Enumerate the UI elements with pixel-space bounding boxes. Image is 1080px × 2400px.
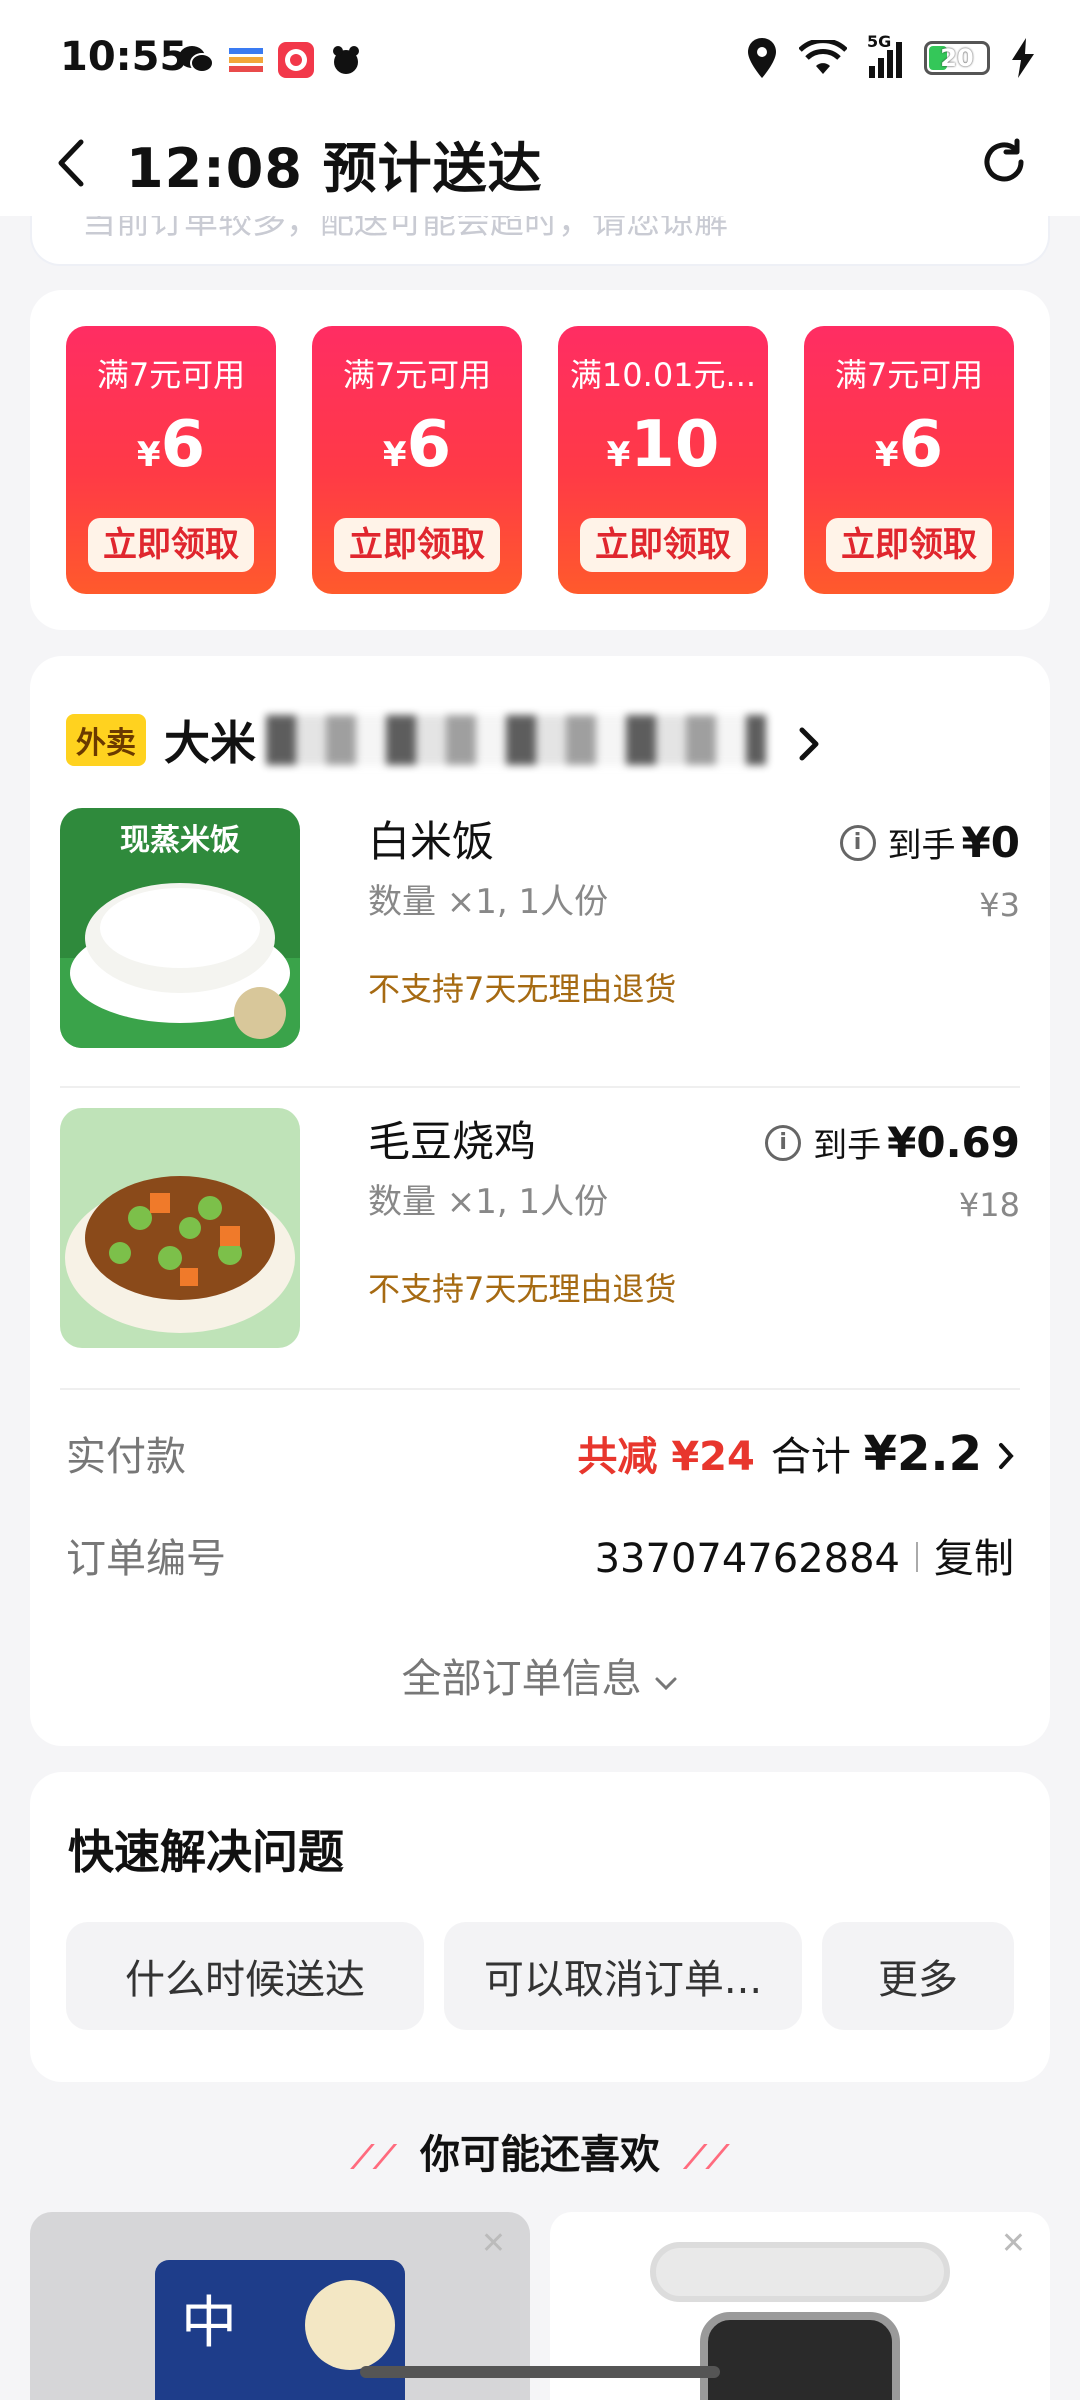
coupon-amount: ¥6 [382, 408, 452, 482]
close-icon[interactable]: ✕ [481, 2226, 506, 2261]
help-chip-more[interactable]: 更多 [822, 1922, 1014, 2030]
payment-summary[interactable]: 共减 ¥24 合计 ¥2.2 [577, 1424, 1014, 1482]
battery-icon: 20 [924, 41, 990, 75]
separator [916, 1542, 918, 1572]
coupon[interactable]: 满7元可用 ¥6 立即领取 [66, 326, 276, 594]
delay-notice-text: 当前订单较多，配送可能会超时，请您谅解 [82, 216, 728, 242]
store-row[interactable]: 外卖 大米 [66, 708, 766, 772]
refresh-button[interactable] [966, 124, 1042, 200]
coupon-condition: 满7元可用 [96, 356, 246, 394]
signal-icon: 5G [867, 32, 902, 78]
delay-notice: 当前订单较多，配送可能会超时，请您谅解 [30, 216, 1050, 266]
help-chip-delivery-time[interactable]: 什么时候送达 [66, 1922, 424, 2030]
item-price[interactable]: i 到手 ¥0 [839, 818, 1020, 867]
quick-help-card: 快速解决问题 什么时候送达 可以取消订单... 更多 [30, 1772, 1050, 2082]
copy-button[interactable]: 复制 [934, 1526, 1014, 1584]
help-chip-cancel-order[interactable]: 可以取消订单... [444, 1922, 802, 2030]
divider [60, 1086, 1020, 1088]
coupon-card: 满7元可用 ¥6 立即领取 满7元可用 ¥6 立即领取 满10.01元... ¥… [30, 290, 1050, 630]
wifi-icon [799, 40, 847, 74]
claim-coupon-button[interactable]: 立即领取 [334, 518, 500, 572]
coupon[interactable]: 满10.01元... ¥10 立即领取 [558, 326, 768, 594]
battery-level: 20 [940, 44, 974, 72]
redacted-store-name [266, 715, 766, 765]
chevron-down-icon [655, 1677, 677, 1691]
order-item[interactable]: 现蒸米饭 白米饭 数量 ×1, 1人份 不支持7天无理由退货 i 到手 ¥0 ¥… [60, 808, 1020, 1078]
chevron-left-icon [58, 139, 84, 187]
final-price: ¥0.69 [887, 1118, 1020, 1167]
coupon-condition: 满7元可用 [834, 356, 984, 394]
close-icon[interactable]: ✕ [1001, 2226, 1026, 2261]
home-indicator[interactable] [360, 2366, 720, 2378]
order-number-label: 订单编号 [66, 1536, 226, 1582]
status-right: 5G 20 [747, 32, 1034, 78]
product-image: 中 [155, 2260, 405, 2400]
item-quantity: 数量 ×1, 1人份 [368, 882, 609, 922]
bank-app-icon [228, 42, 264, 78]
back-button[interactable] [40, 128, 100, 198]
original-price: ¥18 [958, 1186, 1020, 1224]
total-discount: 共减 ¥24 [577, 1434, 755, 1480]
coupon-amount: ¥10 [606, 408, 720, 482]
edamame-chicken-image [60, 1108, 300, 1348]
header: 12:08 预计送达 [0, 110, 1080, 216]
coupon[interactable]: 满7元可用 ¥6 立即领取 [312, 326, 522, 594]
store-name: 大米 [164, 716, 256, 770]
total-amount: 合计 ¥2.2 [770, 1426, 982, 1482]
return-policy: 不支持7天无理由退货 [368, 970, 677, 1008]
coupon[interactable]: 满7元可用 ¥6 立即领取 [804, 326, 1014, 594]
final-price: ¥0 [961, 818, 1020, 867]
pet-app-icon [328, 42, 364, 78]
recommend-title-text: 你可能还喜欢 [420, 2132, 660, 2178]
wechat-icon [178, 42, 214, 78]
all-order-info-toggle[interactable]: 全部订单信息 [30, 1646, 1050, 1704]
network-type: 5G [867, 32, 892, 51]
charging-icon [1012, 38, 1034, 78]
return-policy: 不支持7天无理由退货 [368, 1270, 677, 1308]
claim-coupon-button[interactable]: 立即领取 [88, 518, 254, 572]
status-bar: 10:55 5G 20 [0, 0, 1080, 110]
coupon-condition: 满10.01元... [569, 356, 757, 394]
decoration-icon: ⟋⟋ [683, 2138, 729, 2176]
info-icon[interactable]: i [839, 824, 876, 861]
payment-row[interactable]: 实付款 共减 ¥24 合计 ¥2.2 [66, 1424, 1014, 1484]
order-number: 337074762884 [594, 1536, 900, 1582]
page-title: 12:08 预计送达 [126, 137, 543, 200]
payment-label: 实付款 [66, 1434, 186, 1480]
chevron-right-icon [999, 1443, 1014, 1469]
product-label: 中 [181, 2291, 237, 2356]
quick-help-title: 快速解决问题 [68, 1825, 344, 1879]
original-price: ¥3 [979, 886, 1020, 924]
order-number-row: 订单编号 337074762884 复制 [66, 1526, 1014, 1586]
item-name: 毛豆烧鸡 [368, 1117, 537, 1166]
price-label: 到手 [813, 1126, 882, 1166]
recommend-section-title: ⟋⟋ 你可能还喜欢 ⟋⟋ [0, 2122, 1080, 2180]
all-order-info-label: 全部订单信息 [401, 1656, 642, 1702]
rice-image-label: 现蒸米饭 [120, 823, 240, 858]
item-quantity: 数量 ×1, 1人份 [368, 1182, 609, 1222]
claim-coupon-button[interactable]: 立即领取 [580, 518, 746, 572]
status-time: 10:55 [60, 34, 188, 80]
info-icon[interactable]: i [765, 1124, 802, 1161]
order-number-group: 337074762884 复制 [595, 1526, 1014, 1584]
shopping-app-icon [278, 42, 314, 78]
claim-coupon-button[interactable]: 立即领取 [826, 518, 992, 572]
divider [60, 1388, 1020, 1390]
location-icon [748, 38, 776, 78]
refresh-icon [984, 138, 1024, 182]
rice-image: 现蒸米饭 [60, 808, 300, 1048]
order-item[interactable]: 毛豆烧鸡 数量 ×1, 1人份 不支持7天无理由退货 i 到手 ¥0.69 ¥1… [60, 1108, 1020, 1378]
decoration-icon: ⟋⟋ [351, 2138, 397, 2176]
coupon-amount: ¥6 [874, 408, 944, 482]
order-card: 外卖 大米 现蒸米饭 白米饭 数量 ×1, 1人份 不支持7天无理由退货 i 到… [30, 656, 1050, 1746]
price-label: 到手 [887, 826, 956, 866]
chevron-right-icon[interactable] [798, 726, 822, 762]
item-name: 白米饭 [368, 817, 495, 866]
coupon-amount: ¥6 [136, 408, 206, 482]
status-app-icons [178, 42, 364, 78]
coupon-condition: 满7元可用 [342, 356, 492, 394]
delivery-tag: 外卖 [66, 714, 146, 766]
item-price[interactable]: i 到手 ¥0.69 [765, 1118, 1020, 1167]
